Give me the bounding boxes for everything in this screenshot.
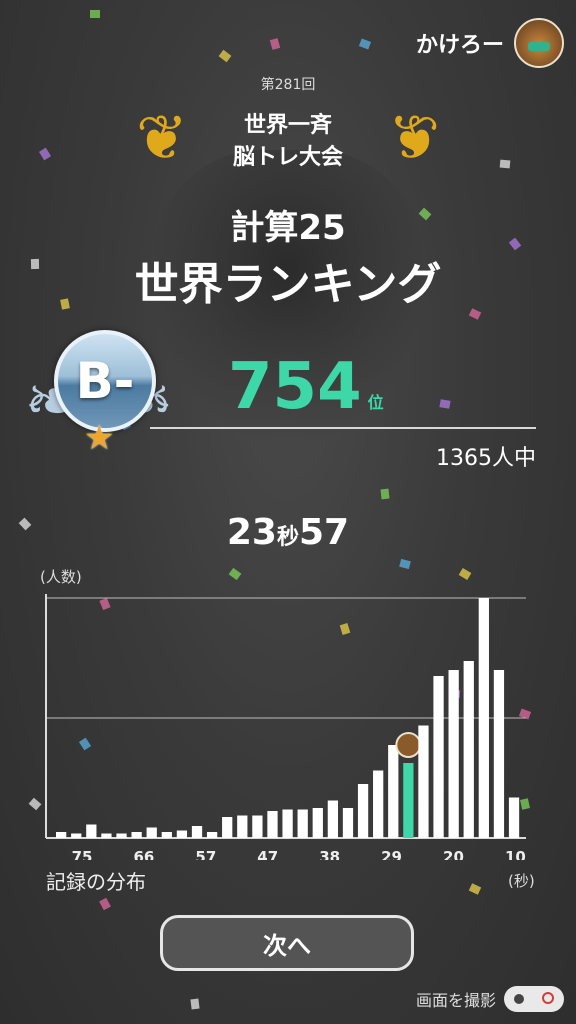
confetti-piece [269,38,281,50]
capture-screen[interactable]: 画面を撮影 [416,986,564,1012]
confetti-piece [218,49,232,63]
controller-icon [504,986,564,1012]
participant-count: 1365人中 [436,446,536,471]
rank-badge: ❧ ❧ B- ★ [24,330,174,458]
chart-bar [373,770,384,838]
confetti-piece [380,488,390,500]
chart-bar [312,808,323,838]
star-icon: ★ [84,418,115,458]
chart-bar [297,809,308,838]
record-time: 23秒57 [0,512,576,553]
player-marker-icon [395,732,422,758]
chart-bar [237,815,248,838]
avatar [514,18,564,68]
chart-bar [176,830,188,838]
chart-bar [267,811,278,838]
chart-bar [86,824,97,838]
rank-number: 754 [228,350,362,424]
chart-bar [222,817,233,838]
rank-unit: 位 [367,393,384,412]
chart-bar [357,784,369,838]
time-hundredths: 57 [299,512,350,553]
chart-bar [448,670,459,838]
chart-bar [327,800,339,838]
chart-tick-label: 66 [133,848,154,860]
chart-bar [161,832,172,838]
next-button[interactable]: 次へ [160,915,414,971]
contest-title-line1: 世界一斉 [243,113,332,138]
rank-display: 754 位 [228,350,384,424]
confetti-piece [439,399,451,409]
chart-bar [101,833,112,838]
chart-tick-label: 38 [319,848,340,860]
game-name: 計算25 [230,208,346,248]
chart-tick-label: 47 [257,848,278,860]
capture-label: 画面を撮影 [415,991,496,1010]
chart-tick-label: 75 [72,848,93,860]
time-seconds-unit: 秒 [276,525,299,550]
chart-bar [493,670,505,838]
chart-bar [146,827,157,838]
time-seconds: 23 [226,512,277,553]
chart-bar [116,833,127,838]
ranking-title: 世界ランキング [134,259,442,310]
chart-bar [478,598,489,838]
rank-divider [150,427,536,429]
user-profile: かけろー [416,18,564,68]
confetti-piece [358,38,372,50]
confetti-piece [190,998,200,1010]
chart-tick-label: 29 [381,848,402,860]
chart-tick-label: 20 [443,848,464,860]
chart-x-unit: (秒) [508,872,535,890]
contest-title: 世界一斉 脳トレ大会 [0,110,576,174]
chart-bar [463,661,474,838]
chart-bar [433,676,444,838]
chart-bar [403,763,414,838]
chart-svg: 75 66 57 47 38 29 20 10 [45,594,526,860]
chart-bar [388,745,399,838]
chart-bar [508,797,520,838]
chart-x-label: 記録の分布 [46,870,146,894]
chart-bar [282,809,293,838]
chart-bar [191,826,203,838]
chart-bar [71,833,82,838]
chart-tick-label: 57 [195,848,216,860]
chart-bar [342,808,354,838]
grade-badge: B- [54,330,156,432]
chart-bar [252,815,263,838]
confetti-piece [90,10,100,18]
chart-bar [206,832,218,838]
distribution-chart: (人数) 75 66 57 47 38 29 20 10 記録の分布 (秒) [0,560,576,900]
chart-bar [418,725,429,838]
chart-bar [131,832,142,838]
contest-round: 第281回 [260,77,316,93]
chart-tick-label: 10 [505,848,526,860]
user-name: かけろー [415,33,504,58]
contest-title-line2: 脳トレ大会 [232,145,343,170]
chart-bar [56,832,67,838]
